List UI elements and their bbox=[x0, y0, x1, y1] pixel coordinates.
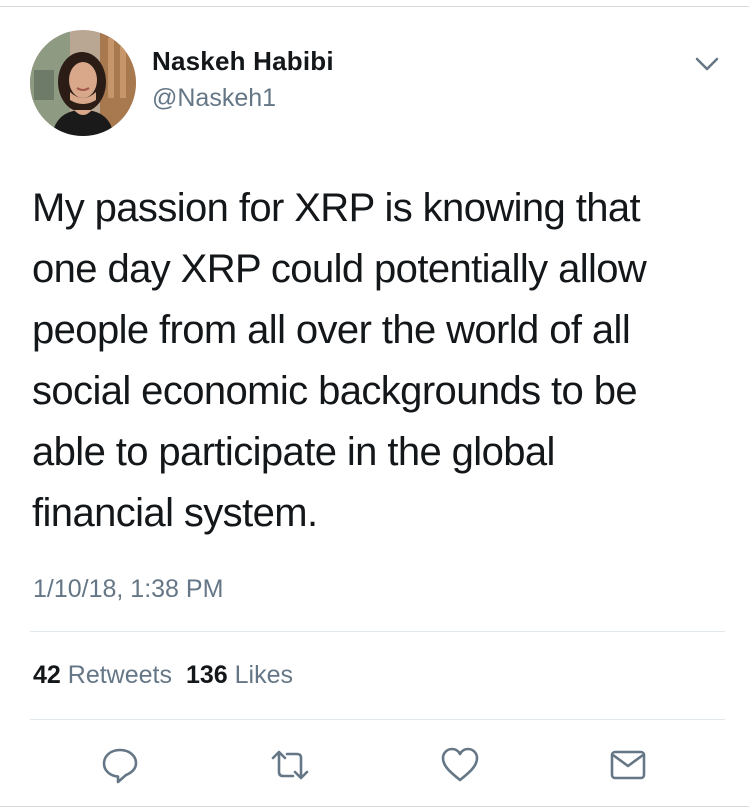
like-label: Likes bbox=[234, 661, 294, 689]
avatar[interactable] bbox=[30, 30, 136, 136]
retweet-count: 42 bbox=[33, 661, 61, 689]
direct-message-button[interactable] bbox=[608, 745, 648, 785]
divider bbox=[30, 719, 725, 720]
author-handle[interactable]: @Naskeh1 bbox=[152, 84, 276, 113]
tweet-text: My passion for XRP is knowing that one d… bbox=[32, 186, 647, 535]
retweet-button[interactable] bbox=[270, 745, 310, 785]
like-button[interactable] bbox=[440, 745, 480, 785]
reply-icon bbox=[102, 748, 138, 784]
tweet-card: Naskeh Habibi @Naskeh1 My passion for XR… bbox=[0, 0, 749, 810]
reply-button[interactable] bbox=[100, 745, 140, 785]
tweet-timestamp[interactable]: 1/10/18, 1:38 PM bbox=[33, 575, 223, 604]
heart-icon bbox=[441, 747, 479, 782]
retweet-stat[interactable]: 42 Retweets bbox=[33, 661, 172, 689]
avatar-image bbox=[30, 30, 136, 136]
like-count: 136 bbox=[185, 661, 228, 689]
divider bbox=[30, 631, 725, 632]
envelope-icon bbox=[610, 750, 646, 780]
retweet-label: Retweets bbox=[67, 661, 172, 689]
retweet-icon bbox=[271, 750, 309, 780]
author-name[interactable]: Naskeh Habibi bbox=[152, 46, 334, 77]
chevron-down-icon[interactable] bbox=[693, 55, 721, 73]
bottom-divider bbox=[0, 806, 749, 807]
like-stat[interactable]: 136 Likes bbox=[186, 661, 293, 689]
tweet-stats: 42 Retweets 136 Likes bbox=[33, 661, 293, 690]
